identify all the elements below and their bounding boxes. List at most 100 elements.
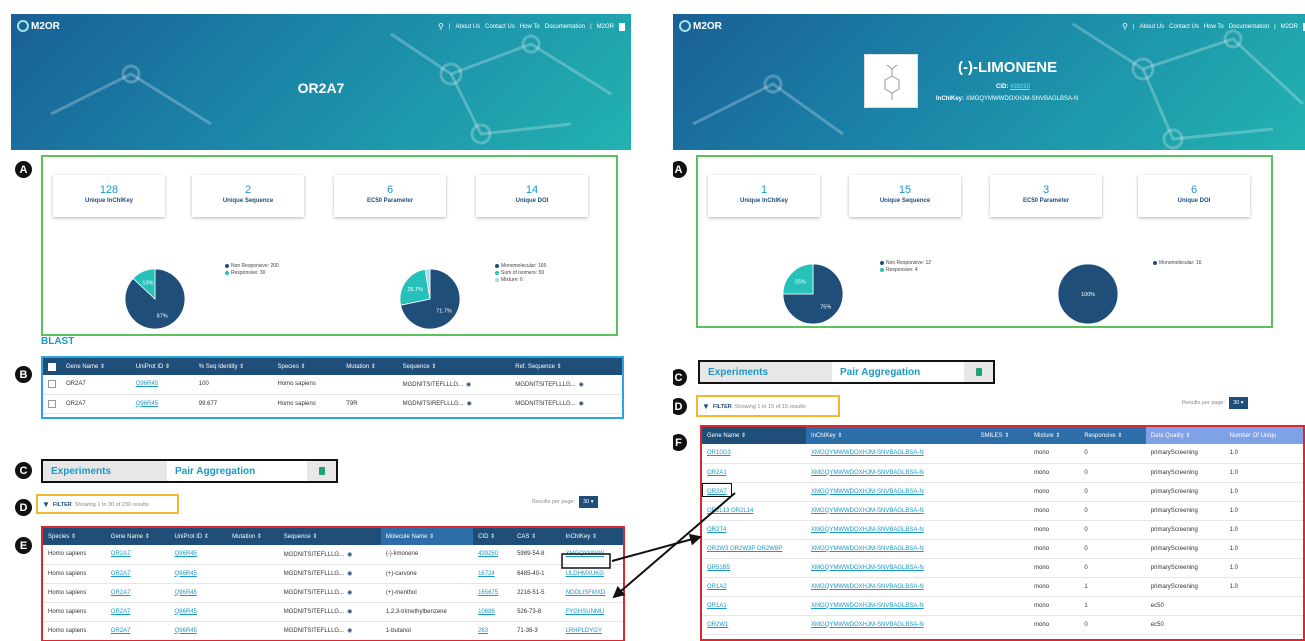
nav-contact[interactable]: Contact Us — [485, 24, 515, 30]
legend-item[interactable]: Mixture: 6 — [495, 277, 546, 284]
nav-contact[interactable]: Contact Us — [1169, 24, 1199, 30]
nav-howto[interactable]: How To — [520, 24, 540, 30]
inchikey-link[interactable]: XMGQYMWWDOXHJM-SNVBAGLBSA-N — [811, 603, 924, 609]
blast-col-header[interactable]: Species ⇕ — [272, 358, 342, 375]
gene-link[interactable]: OR2A1 — [707, 470, 727, 476]
pair-col-header[interactable]: Number Of Uniqu — [1224, 427, 1303, 444]
legend-item[interactable]: Non Responsive: 200 — [225, 263, 279, 270]
blast-col-header[interactable]: Mutation ⇕ — [341, 358, 398, 375]
eye-icon[interactable]: ◉ — [347, 590, 352, 596]
filter-icon[interactable]: ▼ — [702, 402, 710, 411]
cid-link[interactable]: 439250 — [478, 551, 498, 557]
inchikey-link[interactable]: XMGQYMWW — [566, 551, 605, 557]
eye-icon[interactable]: ◉ — [347, 571, 352, 577]
filter-icon[interactable]: ▼ — [42, 500, 50, 509]
uniprot-link[interactable]: Q96R45 — [175, 551, 197, 557]
blast-col-header[interactable]: Sequence ⇕ — [397, 358, 511, 375]
gene-link[interactable]: OR2T4 — [707, 527, 726, 533]
uniprot-link[interactable]: Q96R45 — [136, 381, 158, 387]
pair-col-header[interactable]: InChIKey ⇕ — [806, 427, 976, 444]
eye-icon[interactable]: ◉ — [347, 609, 352, 615]
cid-link[interactable]: 165675 — [478, 590, 498, 596]
uniprot-link[interactable]: Q96R45 — [175, 628, 197, 634]
gene-link[interactable]: OR2A7 — [111, 628, 131, 634]
inchikey-link[interactable]: XMGQYMWWDOXHJM-SNVBAGLBSA-N — [811, 584, 924, 590]
blast-col-header[interactable]: % Seq Identity ⇕ — [193, 358, 273, 375]
inchikey-link[interactable]: ULDHMXUKG — [566, 571, 604, 577]
inchikey-link[interactable]: XMGQYMWWDOXHJM-SNVBAGLBSA-N — [811, 622, 924, 628]
tab-experiments[interactable]: Experiments — [700, 362, 832, 382]
gene-link[interactable]: OR2L13 OR2L14 — [707, 508, 753, 514]
uniprot-link[interactable]: Q96R45 — [136, 401, 158, 407]
exp-col-header[interactable]: Molecule Name ⇕ — [380, 528, 474, 545]
blast-col-header[interactable]: Ref. Sequence ⇕ — [510, 358, 622, 375]
inchikey-link[interactable]: XMGQYMWWDOXHJM-SNVBAGLBSA-N — [811, 546, 924, 552]
m2or-logo[interactable]: M2OR — [679, 20, 722, 32]
exp-col-header[interactable]: Gene Name ⇕ — [105, 528, 170, 545]
nav-m2or[interactable]: M2OR — [597, 24, 614, 30]
inchikey-link[interactable]: XMGQYMWWDOXHJM-SNVBAGLBSA-N — [811, 565, 924, 571]
cid-link[interactable]: 10686 — [478, 609, 495, 615]
blast-col-header[interactable]: Gene Name ⇕ — [61, 358, 131, 375]
inchikey-link[interactable]: XMGQYMWWDOXHJM-SNVBAGLBSA-N — [811, 508, 924, 514]
cid-link[interactable]: 263 — [478, 628, 488, 634]
gene-link[interactable]: OR2A7 — [111, 551, 131, 557]
tab-pair-aggregation[interactable]: Pair Aggregation — [167, 461, 307, 481]
legend-item[interactable]: Monomolecular: 165 — [495, 263, 546, 270]
nav-about[interactable]: About Us — [1139, 24, 1164, 30]
eye-icon[interactable]: ◉ — [347, 552, 352, 558]
tab-pair-aggregation[interactable]: Pair Aggregation — [832, 362, 964, 382]
gene-link[interactable]: OR2A7 — [111, 571, 131, 577]
pair-col-header[interactable]: SMILES ⇕ — [975, 427, 1030, 444]
blast-col-header[interactable]: UniProt ID ⇕ — [130, 358, 194, 375]
inchikey-link[interactable]: NOOLISFMXD — [566, 590, 606, 596]
eye-icon[interactable]: ◉ — [466, 382, 471, 388]
filter-button[interactable]: FILTER — [53, 502, 72, 508]
gene-link[interactable]: OR1A1 — [707, 603, 727, 609]
nav-about[interactable]: About Us — [455, 24, 480, 30]
nav-documentation[interactable]: Documentation — [545, 24, 585, 30]
search-icon[interactable]: ⚲ — [438, 22, 444, 31]
row-checkbox[interactable] — [48, 399, 56, 408]
inchikey-link[interactable]: XMGQYMWWDOXHJM-SNVBAGLBSA-N — [811, 489, 924, 495]
select-all-checkbox[interactable] — [48, 362, 56, 371]
gene-link[interactable]: OR2W3 OR2W3P OR2W8P — [707, 546, 782, 552]
exp-col-header[interactable]: InChIKey ⇕ — [560, 528, 623, 545]
nav-m2or[interactable]: M2OR — [1281, 24, 1298, 30]
gene-link[interactable]: OR2A7 — [111, 609, 131, 615]
results-per-page-select[interactable]: 30 ▾ — [579, 496, 598, 508]
inchikey-link[interactable]: FYGHSUNMU — [566, 609, 605, 615]
m2or-logo[interactable]: M2OR — [17, 20, 60, 32]
inchikey-link[interactable]: LRHPLDYGY — [566, 628, 602, 634]
legend-item[interactable]: Non Responsive: 12 — [880, 260, 931, 267]
search-icon[interactable]: ⚲ — [1122, 22, 1128, 31]
exp-col-header[interactable]: CAS ⇕ — [512, 528, 561, 545]
uniprot-link[interactable]: Q96R45 — [175, 590, 197, 596]
download-button[interactable] — [964, 362, 993, 382]
exp-col-header[interactable]: UniProt ID ⇕ — [169, 528, 228, 545]
pair-col-header[interactable]: Mixture ⇕ — [1029, 427, 1080, 444]
uniprot-link[interactable]: Q96R45 — [175, 609, 197, 615]
eye-icon[interactable]: ◉ — [467, 401, 472, 407]
nav-documentation[interactable]: Documentation — [1229, 24, 1269, 30]
gene-link[interactable]: OR51B5 — [707, 565, 730, 571]
pair-col-header[interactable]: Responsive ⇕ — [1079, 427, 1146, 444]
legend-item[interactable]: Responsive: 4 — [880, 267, 931, 274]
gene-link[interactable]: OR2W1 — [707, 622, 728, 628]
results-per-page-select[interactable]: 30 ▾ — [1229, 397, 1248, 409]
gene-link[interactable]: OR10G3 — [707, 450, 731, 456]
cid-link[interactable]: 16724 — [478, 571, 495, 577]
eye-icon[interactable]: ◉ — [579, 401, 584, 407]
exp-col-header[interactable]: Mutation ⇕ — [227, 528, 279, 545]
legend-item[interactable]: Sum of isomers: 59 — [495, 270, 546, 277]
pair-col-header[interactable]: Data Quality ⇕ — [1145, 427, 1225, 444]
pair-col-header[interactable]: Gene Name ⇕ — [702, 427, 806, 444]
inchikey-link[interactable]: XMGQYMWWDOXHJM-SNVBAGLBSA-N — [811, 450, 924, 456]
exp-col-header[interactable]: Sequence ⇕ — [278, 528, 381, 545]
exp-col-header[interactable]: Species ⇕ — [43, 528, 106, 545]
eye-icon[interactable]: ◉ — [579, 382, 584, 388]
eye-icon[interactable]: ◉ — [347, 628, 352, 634]
exp-col-header[interactable]: CID ⇕ — [473, 528, 513, 545]
legend-item[interactable]: Monomolecular: 16 — [1153, 260, 1202, 267]
inchikey-link[interactable]: XMGQYMWWDOXHJM-SNVBAGLBSA-N — [811, 470, 924, 476]
